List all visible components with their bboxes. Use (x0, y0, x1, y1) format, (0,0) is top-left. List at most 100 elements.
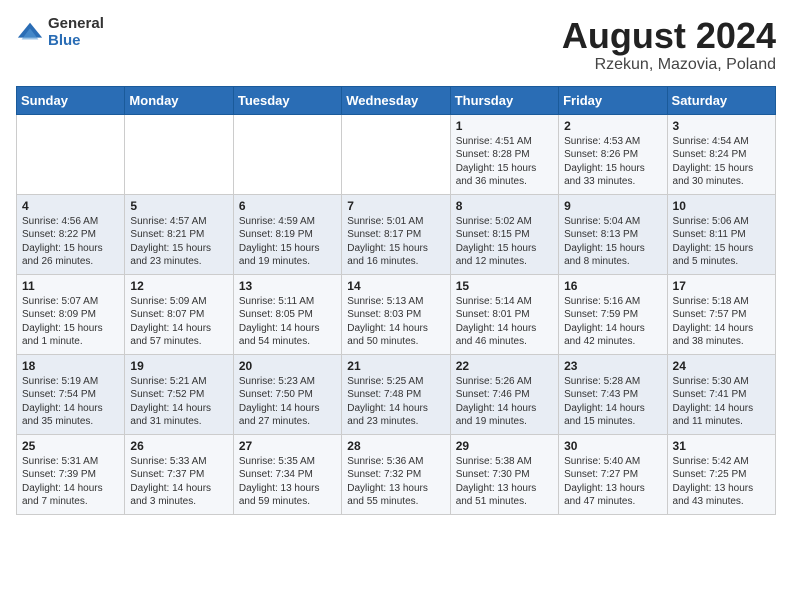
header-day-tuesday: Tuesday (233, 86, 341, 114)
day-content: Sunrise: 5:01 AM Sunset: 8:17 PM Dayligh… (347, 215, 444, 269)
day-number: 7 (347, 199, 444, 213)
day-number: 31 (673, 439, 770, 453)
calendar-cell (17, 114, 125, 194)
day-content: Sunrise: 5:23 AM Sunset: 7:50 PM Dayligh… (239, 375, 336, 429)
day-number: 5 (130, 199, 227, 213)
day-content: Sunrise: 5:02 AM Sunset: 8:15 PM Dayligh… (456, 215, 553, 269)
calendar-cell: 11 Sunrise: 5:07 AM Sunset: 8:09 PM Dayli… (17, 274, 125, 354)
day-content: Sunrise: 5:09 AM Sunset: 8:07 PM Dayligh… (130, 295, 227, 349)
day-content: Sunrise: 5:40 AM Sunset: 7:27 PM Dayligh… (564, 455, 661, 509)
calendar-cell: 12Sunrise: 5:09 AM Sunset: 8:07 PM Dayli… (125, 274, 233, 354)
calendar-cell: 25Sunrise: 5:31 AM Sunset: 7:39 PM Dayli… (17, 434, 125, 514)
day-content: Sunrise: 5:19 AM Sunset: 7:54 PM Dayligh… (22, 375, 119, 429)
title-block: August 2024 Rzekun, Mazovia, Poland (562, 16, 776, 74)
day-content: Sunrise: 5:42 AM Sunset: 7:25 PM Dayligh… (673, 455, 770, 509)
logo-general: General (48, 16, 104, 33)
day-number: 23 (564, 359, 661, 373)
day-content: Sunrise: 5:14 AM Sunset: 8:01 PM Dayligh… (456, 295, 553, 349)
day-content: Sunrise: 5:31 AM Sunset: 7:39 PM Dayligh… (22, 455, 119, 509)
day-number: 22 (456, 359, 553, 373)
day-content: Sunrise: 5:38 AM Sunset: 7:30 PM Dayligh… (456, 455, 553, 509)
day-content: Sunrise: 5:13 AM Sunset: 8:03 PM Dayligh… (347, 295, 444, 349)
day-number: 3 (673, 119, 770, 133)
calendar-cell: 29Sunrise: 5:38 AM Sunset: 7:30 PM Dayli… (450, 434, 558, 514)
day-content: Sunrise: 4:51 AM Sunset: 8:28 PM Dayligh… (456, 135, 553, 189)
calendar-cell (125, 114, 233, 194)
header-day-thursday: Thursday (450, 86, 558, 114)
calendar-title: August 2024 (562, 16, 776, 56)
header-day-monday: Monday (125, 86, 233, 114)
header-day-wednesday: Wednesday (342, 86, 450, 114)
calendar-cell: 15Sunrise: 5:14 AM Sunset: 8:01 PM Dayli… (450, 274, 558, 354)
day-content: Sunrise: 5:11 AM Sunset: 8:05 PM Dayligh… (239, 295, 336, 349)
day-content: Sunrise: 5:35 AM Sunset: 7:34 PM Dayligh… (239, 455, 336, 509)
day-number: 27 (239, 439, 336, 453)
day-content: Sunrise: 5:36 AM Sunset: 7:32 PM Dayligh… (347, 455, 444, 509)
logo-blue: Blue (48, 33, 104, 50)
calendar-cell (233, 114, 341, 194)
day-number: 24 (673, 359, 770, 373)
calendar-cell: 27 Sunrise: 5:35 AM Sunset: 7:34 PM Dayli… (233, 434, 341, 514)
calendar-cell: 22 Sunrise: 5:26 AM Sunset: 7:46 PM Dayli… (450, 354, 558, 434)
day-number: 8 (456, 199, 553, 213)
calendar-body: 1 Sunrise: 4:51 AM Sunset: 8:28 PM Daylig… (17, 114, 776, 514)
logo: General Blue (16, 16, 104, 49)
calendar-cell: 13 Sunrise: 5:11 AM Sunset: 8:05 PM Dayli… (233, 274, 341, 354)
day-content: Sunrise: 4:59 AM Sunset: 8:19 PM Dayligh… (239, 215, 336, 269)
day-number: 19 (130, 359, 227, 373)
calendar-cell: 28 Sunrise: 5:36 AM Sunset: 7:32 PM Dayli… (342, 434, 450, 514)
day-content: Sunrise: 5:33 AM Sunset: 7:37 PM Dayligh… (130, 455, 227, 509)
week-row-2: 4 Sunrise: 4:56 AM Sunset: 8:22 PM Daylig… (17, 194, 776, 274)
calendar-cell: 31 Sunrise: 5:42 AM Sunset: 7:25 PM Dayli… (667, 434, 775, 514)
calendar-header: SundayMondayTuesdayWednesdayThursdayFrid… (17, 86, 776, 114)
header-day-saturday: Saturday (667, 86, 775, 114)
header-row: SundayMondayTuesdayWednesdayThursdayFrid… (17, 86, 776, 114)
header-day-friday: Friday (559, 86, 667, 114)
logo-icon (16, 19, 44, 47)
calendar-cell: 10 Sunrise: 5:06 AM Sunset: 8:11 PM Dayli… (667, 194, 775, 274)
week-row-4: 18 Sunrise: 5:19 AM Sunset: 7:54 PM Dayli… (17, 354, 776, 434)
day-number: 14 (347, 279, 444, 293)
calendar-cell (342, 114, 450, 194)
day-number: 2 (564, 119, 661, 133)
day-content: Sunrise: 4:56 AM Sunset: 8:22 PM Dayligh… (22, 215, 119, 269)
week-row-1: 1 Sunrise: 4:51 AM Sunset: 8:28 PM Daylig… (17, 114, 776, 194)
day-number: 10 (673, 199, 770, 213)
day-content: Sunrise: 5:04 AM Sunset: 8:13 PM Dayligh… (564, 215, 661, 269)
calendar-cell: 23Sunrise: 5:28 AM Sunset: 7:43 PM Dayli… (559, 354, 667, 434)
calendar-table: SundayMondayTuesdayWednesdayThursdayFrid… (16, 86, 776, 515)
day-number: 11 (22, 279, 119, 293)
day-number: 16 (564, 279, 661, 293)
day-content: Sunrise: 5:26 AM Sunset: 7:46 PM Dayligh… (456, 375, 553, 429)
day-number: 4 (22, 199, 119, 213)
day-number: 20 (239, 359, 336, 373)
calendar-cell: 18 Sunrise: 5:19 AM Sunset: 7:54 PM Dayli… (17, 354, 125, 434)
day-number: 30 (564, 439, 661, 453)
day-content: Sunrise: 5:18 AM Sunset: 7:57 PM Dayligh… (673, 295, 770, 349)
calendar-cell: 2Sunrise: 4:53 AM Sunset: 8:26 PM Daylig… (559, 114, 667, 194)
day-number: 18 (22, 359, 119, 373)
day-number: 13 (239, 279, 336, 293)
day-number: 1 (456, 119, 553, 133)
day-content: Sunrise: 4:54 AM Sunset: 8:24 PM Dayligh… (673, 135, 770, 189)
calendar-cell: 4 Sunrise: 4:56 AM Sunset: 8:22 PM Daylig… (17, 194, 125, 274)
day-content: Sunrise: 5:16 AM Sunset: 7:59 PM Dayligh… (564, 295, 661, 349)
calendar-subtitle: Rzekun, Mazovia, Poland (562, 56, 776, 74)
day-content: Sunrise: 5:06 AM Sunset: 8:11 PM Dayligh… (673, 215, 770, 269)
day-number: 17 (673, 279, 770, 293)
calendar-cell: 17 Sunrise: 5:18 AM Sunset: 7:57 PM Dayli… (667, 274, 775, 354)
day-content: Sunrise: 4:57 AM Sunset: 8:21 PM Dayligh… (130, 215, 227, 269)
page-header: General Blue August 2024 Rzekun, Mazovia… (16, 16, 776, 74)
day-number: 26 (130, 439, 227, 453)
calendar-cell: 7 Sunrise: 5:01 AM Sunset: 8:17 PM Daylig… (342, 194, 450, 274)
day-number: 9 (564, 199, 661, 213)
calendar-cell: 21Sunrise: 5:25 AM Sunset: 7:48 PM Dayli… (342, 354, 450, 434)
calendar-cell: 20 Sunrise: 5:23 AM Sunset: 7:50 PM Dayli… (233, 354, 341, 434)
calendar-cell: 14 Sunrise: 5:13 AM Sunset: 8:03 PM Dayli… (342, 274, 450, 354)
day-number: 28 (347, 439, 444, 453)
calendar-cell: 30 Sunrise: 5:40 AM Sunset: 7:27 PM Dayli… (559, 434, 667, 514)
calendar-cell: 8 Sunrise: 5:02 AM Sunset: 8:15 PM Daylig… (450, 194, 558, 274)
day-content: Sunrise: 5:07 AM Sunset: 8:09 PM Dayligh… (22, 295, 119, 349)
day-content: Sunrise: 5:21 AM Sunset: 7:52 PM Dayligh… (130, 375, 227, 429)
day-number: 21 (347, 359, 444, 373)
